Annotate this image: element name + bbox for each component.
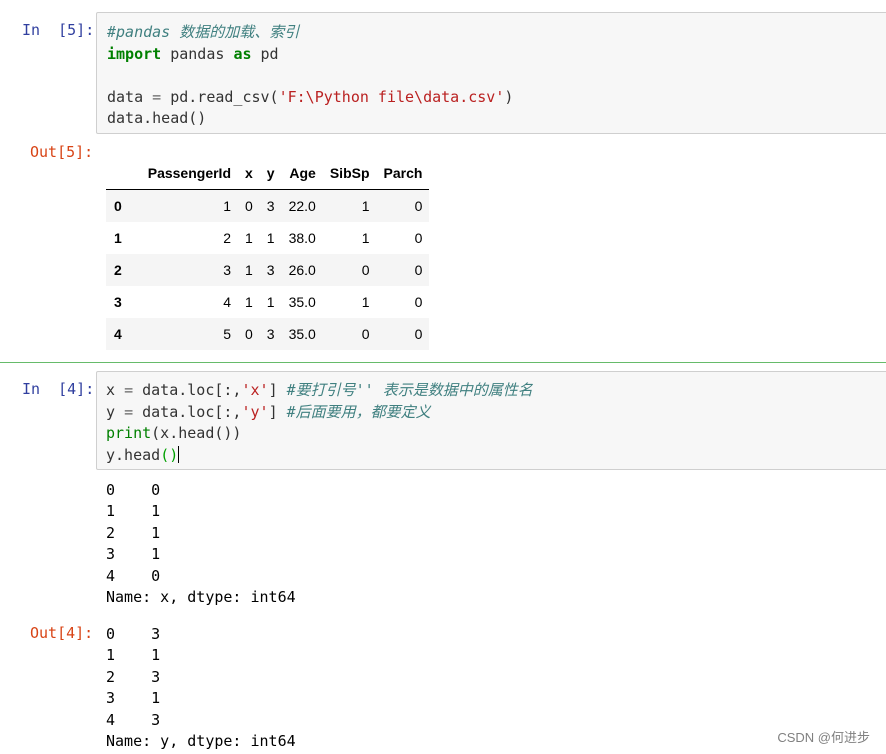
code-text: pandas [161,44,234,63]
table-header-row: PassengerId x y Age SibSp Parch [106,157,430,190]
code-text: pd [251,44,279,63]
row-index: 3 [114,294,122,310]
cell1-out-prompt: Out[5]: [30,143,94,161]
table-cell: 0 [361,262,370,278]
table-cell: 0 [414,230,423,246]
watermark: CSDN @何进步 [777,730,870,745]
table-cell: 3 [266,198,275,214]
table-cell: 1 [266,294,275,310]
cell2-result: 0 3 1 1 2 3 3 1 4 3 Name: y, dtype: int6… [106,625,296,751]
cell1-code: #pandas 数据的加载、索引 import pandas as pd data… [107,22,513,130]
table-header-cell: x [238,157,260,190]
code-text: ] [268,402,287,421]
table-cell: 3 [223,262,231,278]
cell2-out-prompt: Out[4]: [30,624,94,642]
table-cell: 35.0 [288,326,316,342]
table-cell: 1 [361,230,370,246]
code-text: data [107,87,153,106]
table-cell: 0 [245,326,253,342]
cell2-comment: #后面要用，都要定义 [286,402,431,421]
table-header-cell: SibSp [322,157,377,190]
table-cell: 1 [223,198,231,214]
text-cursor [178,445,180,463]
row-index: 2 [114,262,122,278]
code-text: ] [268,381,287,399]
table-row: 4 5 0 3 35.0 0 0 [106,318,430,350]
table-row: 0 1 0 3 22.0 1 0 [106,189,430,222]
builtin-print: print [106,424,152,442]
table-cell: 0 [414,198,423,214]
table-cell: 0 [361,326,370,342]
cell1-code-editor[interactable]: #pandas 数据的加载、索引 import pandas as pd data… [96,12,886,134]
cell2-code-editor[interactable]: x = data.loc[:,'x'] #要打引号'' 表示是数据中的属性名 y … [96,371,886,470]
operator: = [124,402,134,421]
operator: = [152,87,162,106]
code-text: data.head() [107,109,207,127]
table-cell: 1 [361,294,370,310]
keyword-import: import [107,44,162,63]
string-literal: 'x' [241,381,269,399]
table-cell: 5 [223,326,231,342]
table-cell: 26.0 [288,262,316,278]
code-text: data.loc[:, [133,381,242,399]
table-cell: 35.0 [288,294,316,310]
cell2-stdout: 0 0 1 1 2 1 3 1 4 0 Name: x, dtype: int6… [106,481,296,607]
table-cell: 0 [414,326,423,342]
table-cell: 3 [266,262,275,278]
table-row: 1 2 1 1 38.0 1 0 [106,222,429,254]
cell2-in-prompt: In [4]: [22,380,95,398]
code-text: (x.head()) [151,424,242,442]
table-cell: 1 [266,230,275,246]
table-header-cell [106,157,134,190]
table-cell: 0 [414,262,423,278]
code-text: data.loc[:, [133,402,242,421]
string-literal: 'F:\Python file\data.csv' [278,87,505,106]
table-cell: 38.0 [288,230,316,246]
code-text: pd.read_csv( [161,87,279,106]
code-text: y.head [106,445,161,464]
dataframe-table: PassengerId x y Age SibSp Parch 0 1 0 3 … [106,157,430,350]
code-text: x [106,381,125,399]
table-header-cell: Age [281,157,323,190]
table-row: 2 3 1 3 26.0 0 0 [106,254,430,286]
string-literal: 'y' [241,402,269,421]
table-header-cell: Parch [376,157,430,190]
keyword-as: as [233,44,252,63]
row-index: 0 [114,198,122,214]
operator: = [124,381,134,399]
table-cell: 1 [245,294,253,310]
row-index: 1 [114,230,122,246]
table-cell: 0 [245,198,253,214]
table-cell: 4 [223,294,231,310]
selected-cell-border [0,362,886,363]
code-text: y [106,402,125,421]
table-cell: 1 [245,230,253,246]
matched-brackets: () [160,445,179,464]
cell2-code: x = data.loc[:,'x'] #要打引号'' 表示是数据中的属性名 y … [106,380,533,466]
code-text: ) [504,87,514,106]
table-cell: 3 [266,326,275,342]
table-header-cell: y [259,157,282,190]
row-index: 4 [114,326,122,342]
table-cell: 1 [361,198,370,214]
table-cell: 2 [223,230,231,246]
table-cell: 0 [414,294,423,310]
table-row: 3 4 1 1 35.0 1 0 [106,286,429,318]
cell1-comment: #pandas 数据的加载、索引 [107,23,300,41]
table-cell: 22.0 [288,198,316,214]
cell2-comment: #要打引号'' 表示是数据中的属性名 [286,381,533,399]
table-cell: 1 [245,262,253,278]
table-header-cell: PassengerId [134,157,238,190]
cell1-in-prompt: In [5]: [22,21,95,39]
